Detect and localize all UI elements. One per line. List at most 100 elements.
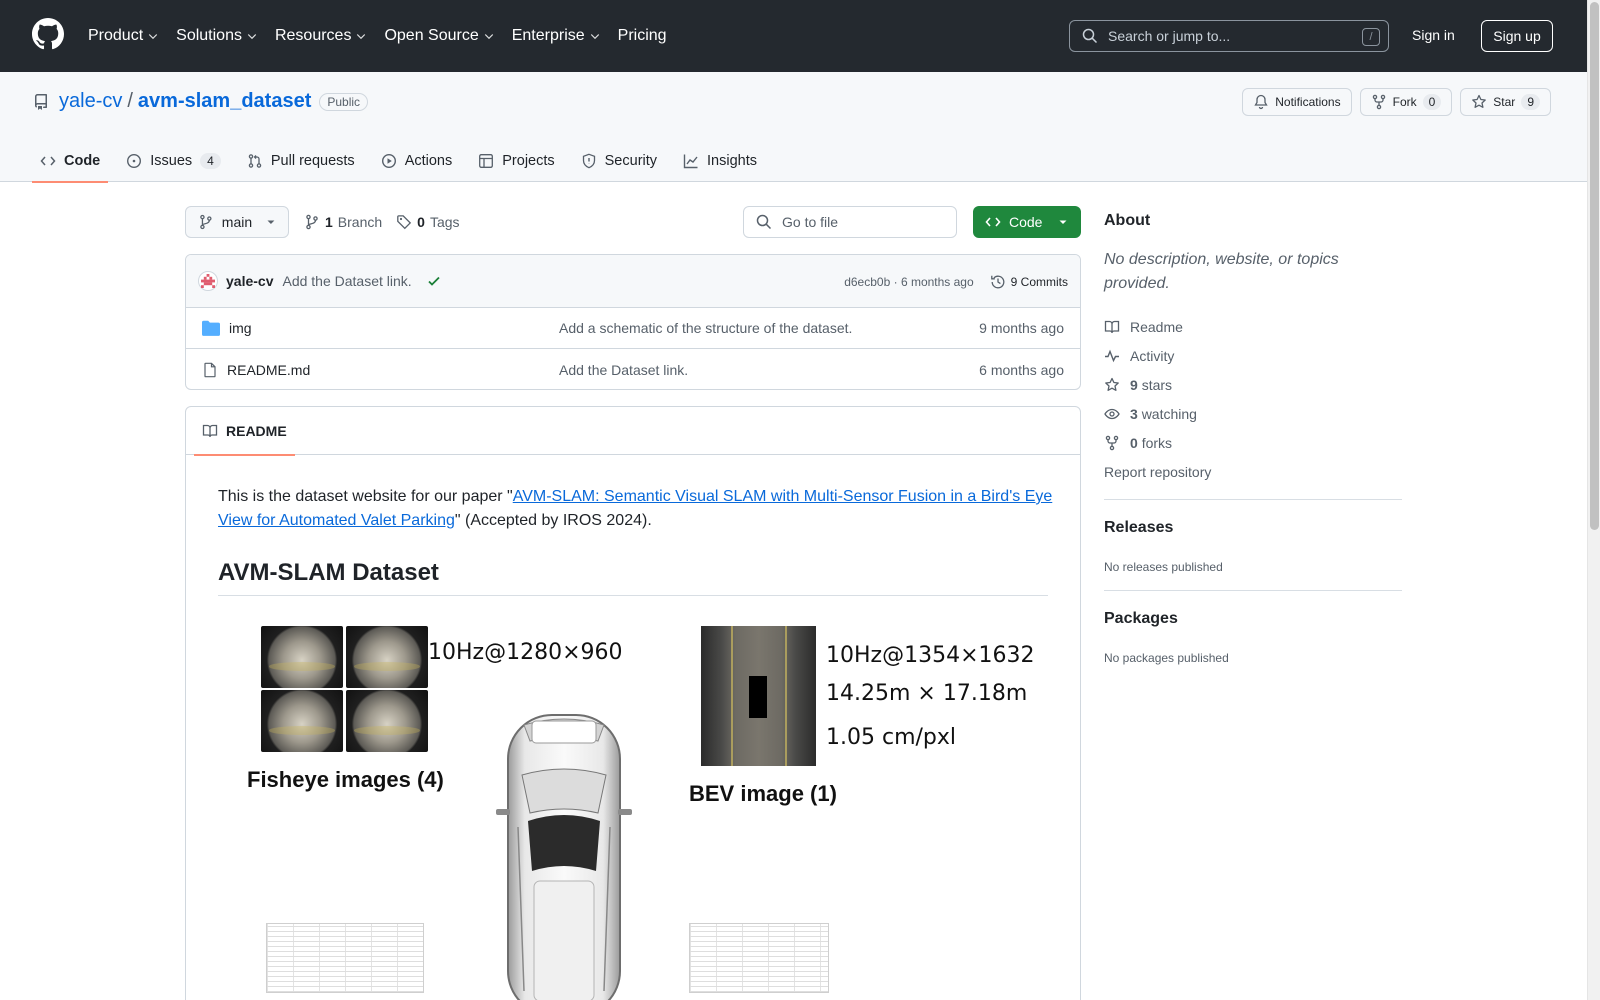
code-dropdown-button[interactable]: Code — [973, 206, 1081, 238]
github-logo-icon[interactable] — [32, 18, 64, 50]
packages-empty-text: No packages published — [1104, 651, 1229, 665]
bev-spec-label: 10Hz@1354×1632 — [826, 643, 1035, 668]
forks-count: 0 — [1130, 434, 1138, 451]
nav-open-source-label: Open Source — [384, 27, 479, 44]
readme-link[interactable]: Readme — [1104, 312, 1402, 341]
stars-link[interactable]: 9 stars — [1104, 370, 1402, 399]
branch-count-label: Branch — [337, 214, 383, 230]
file-browser: yale-cv Add the Dataset link. d6ecb0b · … — [185, 254, 1081, 390]
activity-link-label: Activity — [1130, 347, 1175, 364]
eye-icon — [1104, 408, 1120, 419]
branch-name: main — [221, 214, 253, 230]
repo-forked-icon — [1372, 94, 1385, 110]
page-scrollbar[interactable] — [1587, 0, 1600, 1000]
nav-pricing[interactable]: Pricing — [618, 27, 667, 45]
file-commit-age: 6 months ago — [979, 361, 1064, 378]
file-commit-message[interactable]: Add the Dataset link. — [559, 362, 688, 378]
readme-header: README — [186, 407, 1080, 456]
branch-selector[interactable]: main — [185, 206, 289, 238]
git-branch-icon — [306, 214, 318, 230]
fork-button[interactable]: Fork 0 — [1359, 88, 1453, 116]
wheel-odometry-table-preview — [689, 923, 829, 993]
star-icon — [1472, 94, 1487, 108]
nav-product[interactable]: Product — [88, 27, 159, 45]
repo-owner-link[interactable]: yale-cv — [59, 90, 122, 113]
fork-count: 0 — [1422, 94, 1442, 110]
book-icon — [1104, 320, 1120, 333]
tag-count: 0 — [417, 214, 425, 230]
file-name-link[interactable]: README.md — [227, 362, 310, 378]
chevron-down-icon — [484, 34, 493, 40]
pulse-icon — [1105, 349, 1119, 362]
watchers-link[interactable]: 3 watching — [1104, 399, 1402, 428]
activity-link[interactable]: Activity — [1104, 341, 1402, 370]
intro-prefix: This is the dataset website for our pape… — [218, 488, 513, 505]
commit-author-link[interactable]: yale-cv — [226, 273, 273, 289]
imu-data-table-preview — [266, 923, 424, 993]
triangle-down-icon — [267, 220, 275, 224]
tab-code[interactable]: Code — [32, 140, 109, 183]
bev-lane-marking — [731, 626, 733, 766]
commit-hash-link[interactable]: d6ecb0b — [844, 275, 890, 289]
nav-resources[interactable]: Resources — [275, 27, 367, 45]
check-icon[interactable] — [426, 273, 442, 289]
readme-tab[interactable]: README — [194, 407, 295, 456]
tab-code-label: Code — [64, 153, 101, 169]
tags-link[interactable]: 0 Tags — [396, 214, 460, 230]
tab-pull-requests[interactable]: Pull requests — [239, 140, 363, 182]
repo-header: yale-cv / avm-slam_dataset Public Notifi… — [0, 72, 1587, 183]
repo-title: yale-cv / avm-slam_dataset Public — [33, 90, 369, 113]
notifications-button[interactable]: Notifications — [1242, 88, 1352, 116]
scrollbar-thumb[interactable] — [1590, 2, 1599, 530]
watching-count: 3 — [1130, 405, 1138, 422]
go-to-file-input[interactable]: Go to file — [743, 206, 957, 238]
tab-actions[interactable]: Actions — [373, 140, 461, 182]
readme-tab-label: README — [226, 423, 287, 439]
file-commit-message[interactable]: Add a schematic of the structure of the … — [559, 320, 852, 336]
commit-message-link[interactable]: Add the Dataset link. — [282, 273, 411, 289]
forks-link[interactable]: 0 forks — [1104, 428, 1402, 457]
global-search-input[interactable]: Search or jump to... / — [1069, 20, 1389, 52]
tab-issues[interactable]: Issues 4 — [118, 140, 229, 182]
nav-enterprise-label: Enterprise — [511, 27, 585, 44]
branch-meta: 1 Branch 0 Tags — [304, 214, 460, 230]
sign-in-link[interactable]: Sign in — [1412, 27, 1455, 43]
branches-link[interactable]: 1 Branch — [304, 214, 382, 230]
file-row[interactable]: img Add a schematic of the structure of … — [186, 308, 1080, 349]
star-icon — [1105, 377, 1119, 391]
tab-security-label: Security — [604, 153, 658, 169]
sign-up-button[interactable]: Sign up — [1481, 20, 1553, 52]
star-button[interactable]: Star 9 — [1460, 88, 1551, 116]
tab-insights[interactable]: Insights — [675, 140, 765, 182]
issues-count: 4 — [200, 153, 221, 169]
nav-solutions[interactable]: Solutions — [176, 27, 258, 45]
tab-projects-label: Projects — [502, 153, 555, 169]
global-nav: Product Solutions Resources Open Source … — [88, 0, 684, 72]
nav-enterprise[interactable]: Enterprise — [512, 27, 601, 45]
avatar[interactable] — [198, 271, 218, 291]
file-name-link[interactable]: img — [229, 320, 252, 336]
file-row[interactable]: README.md Add the Dataset link. 6 months… — [186, 349, 1080, 389]
file-icon — [204, 362, 216, 377]
readme-content: This is the dataset website for our pape… — [186, 455, 1080, 596]
tab-actions-label: Actions — [404, 153, 453, 169]
sidebar-divider — [1104, 590, 1402, 591]
releases-heading[interactable]: Releases — [1104, 519, 1402, 537]
shield-icon — [582, 153, 595, 169]
repo-name-link[interactable]: avm-slam_dataset — [138, 90, 311, 113]
intro-suffix: " (Accepted by IROS 2024). — [454, 512, 652, 529]
repo-actions: Notifications Fork 0 Star 9 — [1242, 88, 1551, 116]
tab-projects[interactable]: Projects — [470, 140, 562, 182]
chevron-down-icon — [247, 34, 257, 40]
tab-pull-requests-label: Pull requests — [270, 153, 355, 169]
tab-security[interactable]: Security — [573, 140, 665, 182]
nav-open-source[interactable]: Open Source — [384, 27, 494, 45]
releases-empty-text: No releases published — [1104, 560, 1223, 574]
packages-heading[interactable]: Packages — [1104, 610, 1402, 628]
code-icon — [40, 156, 56, 166]
about-description: No description, website, or topics provi… — [1104, 251, 1339, 292]
report-repository-link[interactable]: Report repository — [1104, 457, 1402, 486]
watching-label: watching — [1141, 405, 1197, 422]
git-branch-icon — [200, 214, 212, 230]
commit-history-link[interactable]: 9 Commits — [990, 274, 1068, 290]
